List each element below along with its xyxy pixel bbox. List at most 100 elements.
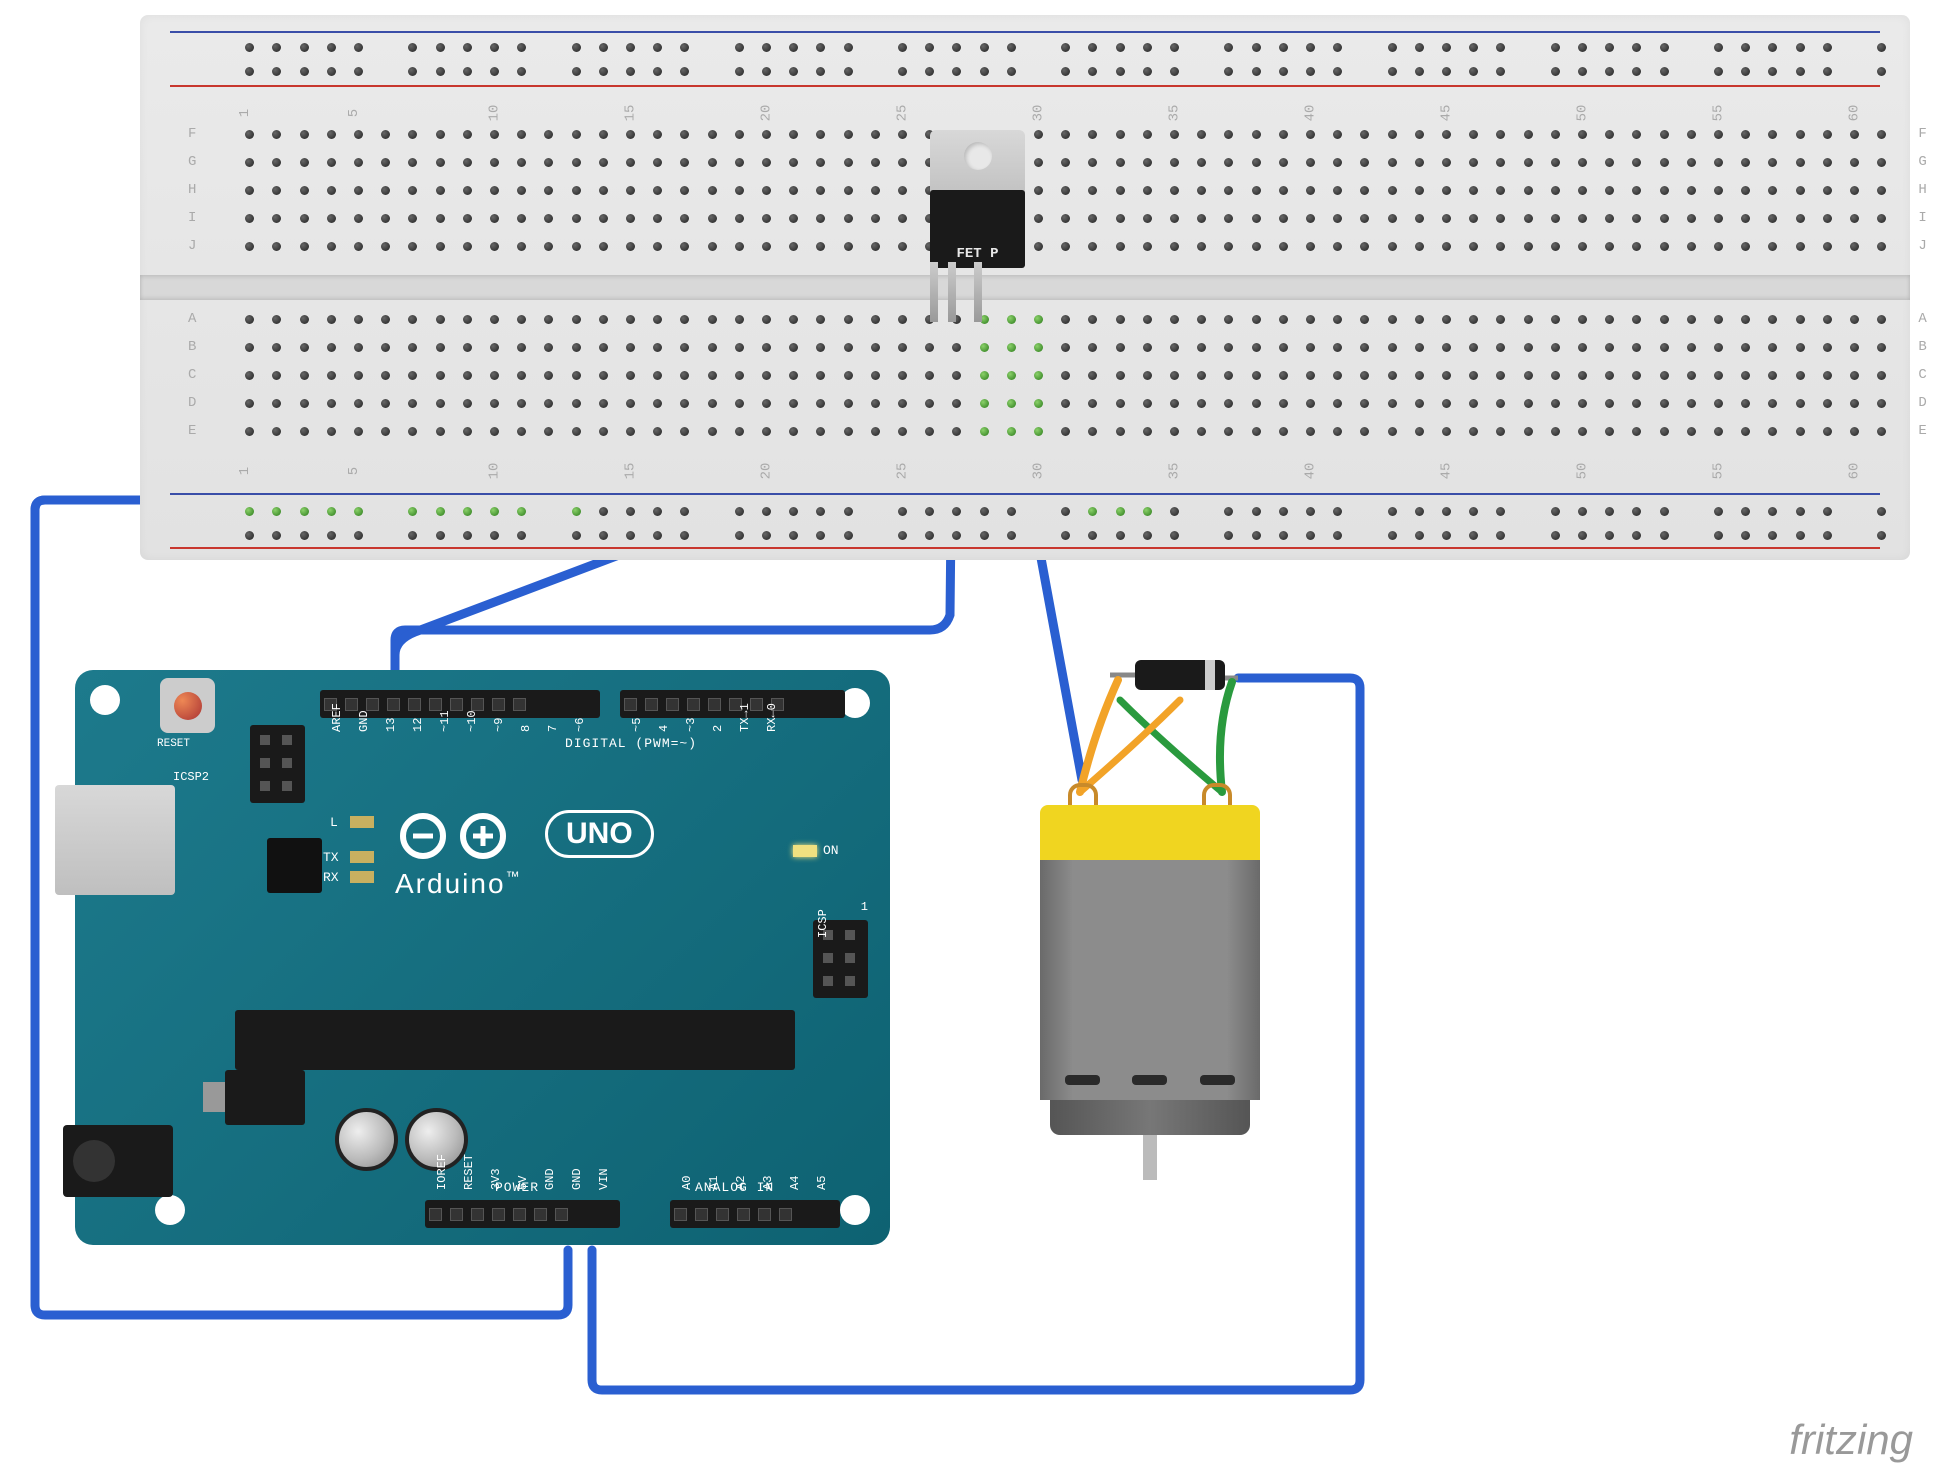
power-header[interactable] bbox=[425, 1200, 620, 1228]
rail-hole bbox=[1007, 507, 1016, 516]
tie-hole bbox=[1714, 343, 1723, 352]
rail-hole bbox=[599, 507, 608, 516]
rail-hole bbox=[436, 43, 445, 52]
tie-hole bbox=[1524, 214, 1533, 223]
tie-hole bbox=[816, 214, 825, 223]
tie-hole bbox=[1578, 186, 1587, 195]
tie-hole bbox=[1469, 186, 1478, 195]
rail-hole bbox=[1660, 531, 1669, 540]
tie-hole bbox=[1061, 158, 1070, 167]
rail-hole bbox=[1088, 67, 1097, 76]
tie-hole bbox=[816, 186, 825, 195]
tie-hole bbox=[1116, 371, 1125, 380]
tie-hole bbox=[925, 343, 934, 352]
rail-hole bbox=[735, 67, 744, 76]
pin-label-~11: ~11 bbox=[438, 710, 452, 732]
tie-hole bbox=[816, 130, 825, 139]
tie-hole bbox=[1088, 371, 1097, 380]
tie-hole bbox=[517, 130, 526, 139]
rail-hole bbox=[272, 531, 281, 540]
tie-hole bbox=[1578, 399, 1587, 408]
tie-hole bbox=[517, 343, 526, 352]
tie-hole bbox=[1388, 214, 1397, 223]
tie-hole bbox=[1551, 427, 1560, 436]
tie-hole bbox=[1360, 315, 1369, 324]
rail-hole bbox=[1306, 531, 1315, 540]
rail-hole bbox=[1768, 43, 1777, 52]
tie-hole bbox=[1605, 186, 1614, 195]
tie-hole bbox=[871, 186, 880, 195]
tie-hole bbox=[735, 186, 744, 195]
tie-hole bbox=[1714, 242, 1723, 251]
tie-hole bbox=[1524, 158, 1533, 167]
tie-hole bbox=[1279, 214, 1288, 223]
led-RX bbox=[350, 871, 374, 883]
tie-hole bbox=[544, 130, 553, 139]
analog-header[interactable] bbox=[670, 1200, 840, 1228]
tie-hole bbox=[1034, 427, 1043, 436]
tie-hole bbox=[408, 242, 417, 251]
motor-vent bbox=[1200, 1075, 1235, 1085]
tie-hole bbox=[1605, 315, 1614, 324]
barrel-jack[interactable] bbox=[63, 1125, 173, 1197]
tie-hole bbox=[708, 399, 717, 408]
tie-hole bbox=[1143, 399, 1152, 408]
rail-hole bbox=[844, 43, 853, 52]
tie-hole bbox=[1823, 158, 1832, 167]
rail-hole bbox=[1143, 43, 1152, 52]
rail-hole bbox=[1660, 43, 1669, 52]
rail-hole bbox=[408, 507, 417, 516]
tie-hole bbox=[1687, 130, 1696, 139]
usb-b-port[interactable] bbox=[55, 785, 175, 895]
pin-label-3V3: 3V3 bbox=[489, 1168, 503, 1190]
led-ON bbox=[793, 845, 817, 857]
reset-button[interactable] bbox=[160, 678, 215, 733]
rail-hole bbox=[653, 507, 662, 516]
tie-hole bbox=[789, 343, 798, 352]
tie-hole bbox=[1388, 186, 1397, 195]
rail-hole bbox=[1143, 507, 1152, 516]
rail-hole bbox=[1388, 531, 1397, 540]
tie-hole bbox=[1061, 343, 1070, 352]
rail-hole bbox=[1442, 43, 1451, 52]
tie-hole bbox=[1415, 399, 1424, 408]
tie-hole bbox=[871, 343, 880, 352]
rail-hole bbox=[1007, 67, 1016, 76]
tie-hole bbox=[1116, 242, 1125, 251]
tie-hole bbox=[272, 242, 281, 251]
rail-hole bbox=[408, 43, 417, 52]
rail-hole bbox=[816, 43, 825, 52]
mount-hole bbox=[155, 1195, 185, 1225]
tie-hole bbox=[1143, 130, 1152, 139]
tie-hole bbox=[871, 315, 880, 324]
col-number: 45 bbox=[1438, 105, 1454, 122]
tie-hole bbox=[680, 427, 689, 436]
tie-hole bbox=[272, 399, 281, 408]
rail-hole bbox=[1605, 67, 1614, 76]
tie-hole bbox=[735, 343, 744, 352]
arduino-infinity-logo-icon bbox=[395, 810, 525, 862]
tie-hole bbox=[898, 315, 907, 324]
tie-hole bbox=[1170, 242, 1179, 251]
rail-hole bbox=[1388, 43, 1397, 52]
tie-hole bbox=[1116, 343, 1125, 352]
tie-hole bbox=[680, 399, 689, 408]
tie-hole bbox=[898, 186, 907, 195]
rail-hole bbox=[1714, 507, 1723, 516]
rail-hole bbox=[789, 531, 798, 540]
tie-hole bbox=[463, 315, 472, 324]
col-number: 10 bbox=[486, 463, 502, 480]
tie-hole bbox=[1469, 399, 1478, 408]
tie-hole bbox=[1333, 343, 1342, 352]
tie-hole bbox=[572, 214, 581, 223]
digital-header-right[interactable] bbox=[620, 690, 845, 718]
tie-hole bbox=[1252, 186, 1261, 195]
tie-hole bbox=[1524, 315, 1533, 324]
tie-hole bbox=[300, 214, 309, 223]
tie-hole bbox=[1632, 242, 1641, 251]
tie-hole bbox=[626, 186, 635, 195]
tie-hole bbox=[1524, 242, 1533, 251]
tie-hole bbox=[1224, 158, 1233, 167]
tie-hole bbox=[1388, 427, 1397, 436]
tie-hole bbox=[708, 242, 717, 251]
